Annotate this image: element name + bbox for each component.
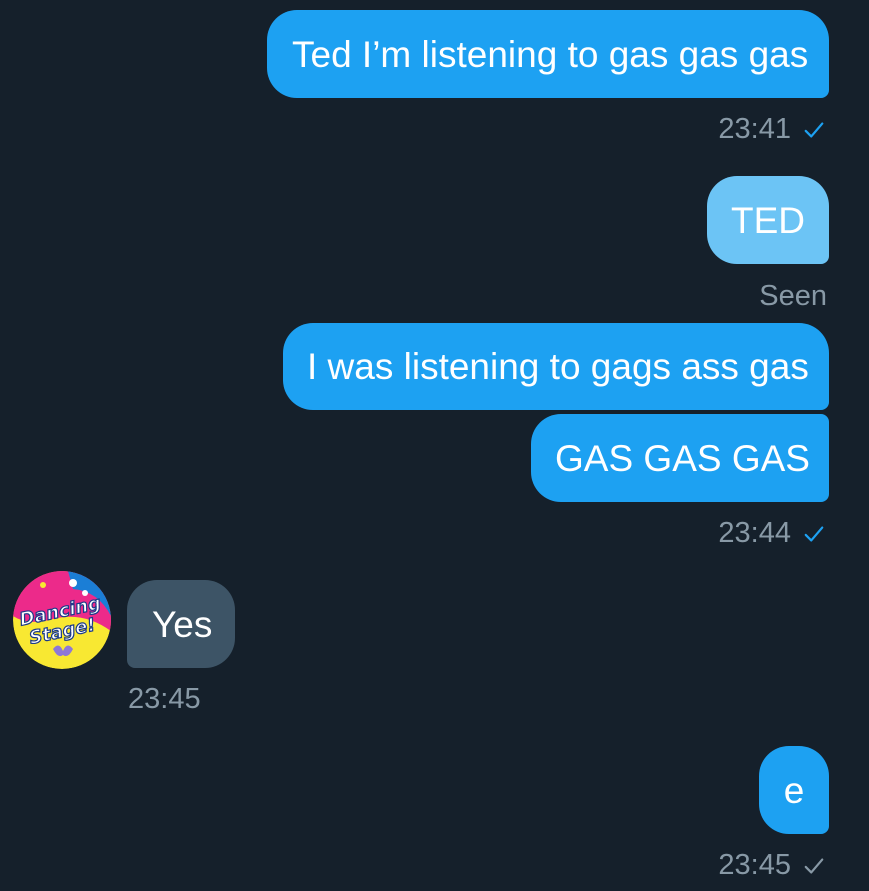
message-meta: 23:44	[718, 519, 825, 548]
checkmark-icon	[804, 525, 824, 542]
message-text: Ted I’m listening to gas gas gas	[292, 33, 809, 75]
dancing-stage-avatar: Dancing Stage!	[13, 571, 111, 669]
message-meta: 23:41	[718, 115, 825, 144]
message-timestamp: 23:44	[718, 517, 791, 549]
message-timestamp: 23:45	[718, 849, 791, 881]
checkmark-icon	[804, 121, 824, 138]
message-bubble-incoming[interactable]: Yes	[127, 580, 235, 668]
message-text: GAS GAS GAS	[555, 437, 810, 479]
seen-status: Seen	[759, 282, 827, 311]
message-meta: 23:45	[718, 851, 825, 880]
message-text: I was listening to gags ass gas	[307, 346, 809, 387]
checkmark-icon	[804, 857, 824, 874]
message-text: TED	[731, 199, 805, 241]
message-text: Yes	[152, 603, 213, 645]
message-timestamp: 23:41	[718, 113, 791, 145]
message-bubble-outgoing[interactable]: TED	[707, 176, 829, 264]
seen-label: Seen	[759, 280, 827, 312]
message-meta: 23:45	[128, 685, 201, 714]
message-timestamp: 23:45	[128, 683, 201, 715]
message-text: e	[783, 769, 805, 811]
message-bubble-outgoing[interactable]: e	[759, 746, 829, 834]
message-bubble-outgoing[interactable]: GAS GAS GAS	[531, 414, 829, 502]
avatar[interactable]: Dancing Stage!	[13, 571, 111, 669]
message-bubble-outgoing[interactable]: Ted I’m listening to gas gas gas	[267, 10, 829, 98]
message-bubble-outgoing[interactable]: I was listening to gags ass gas	[283, 323, 829, 410]
